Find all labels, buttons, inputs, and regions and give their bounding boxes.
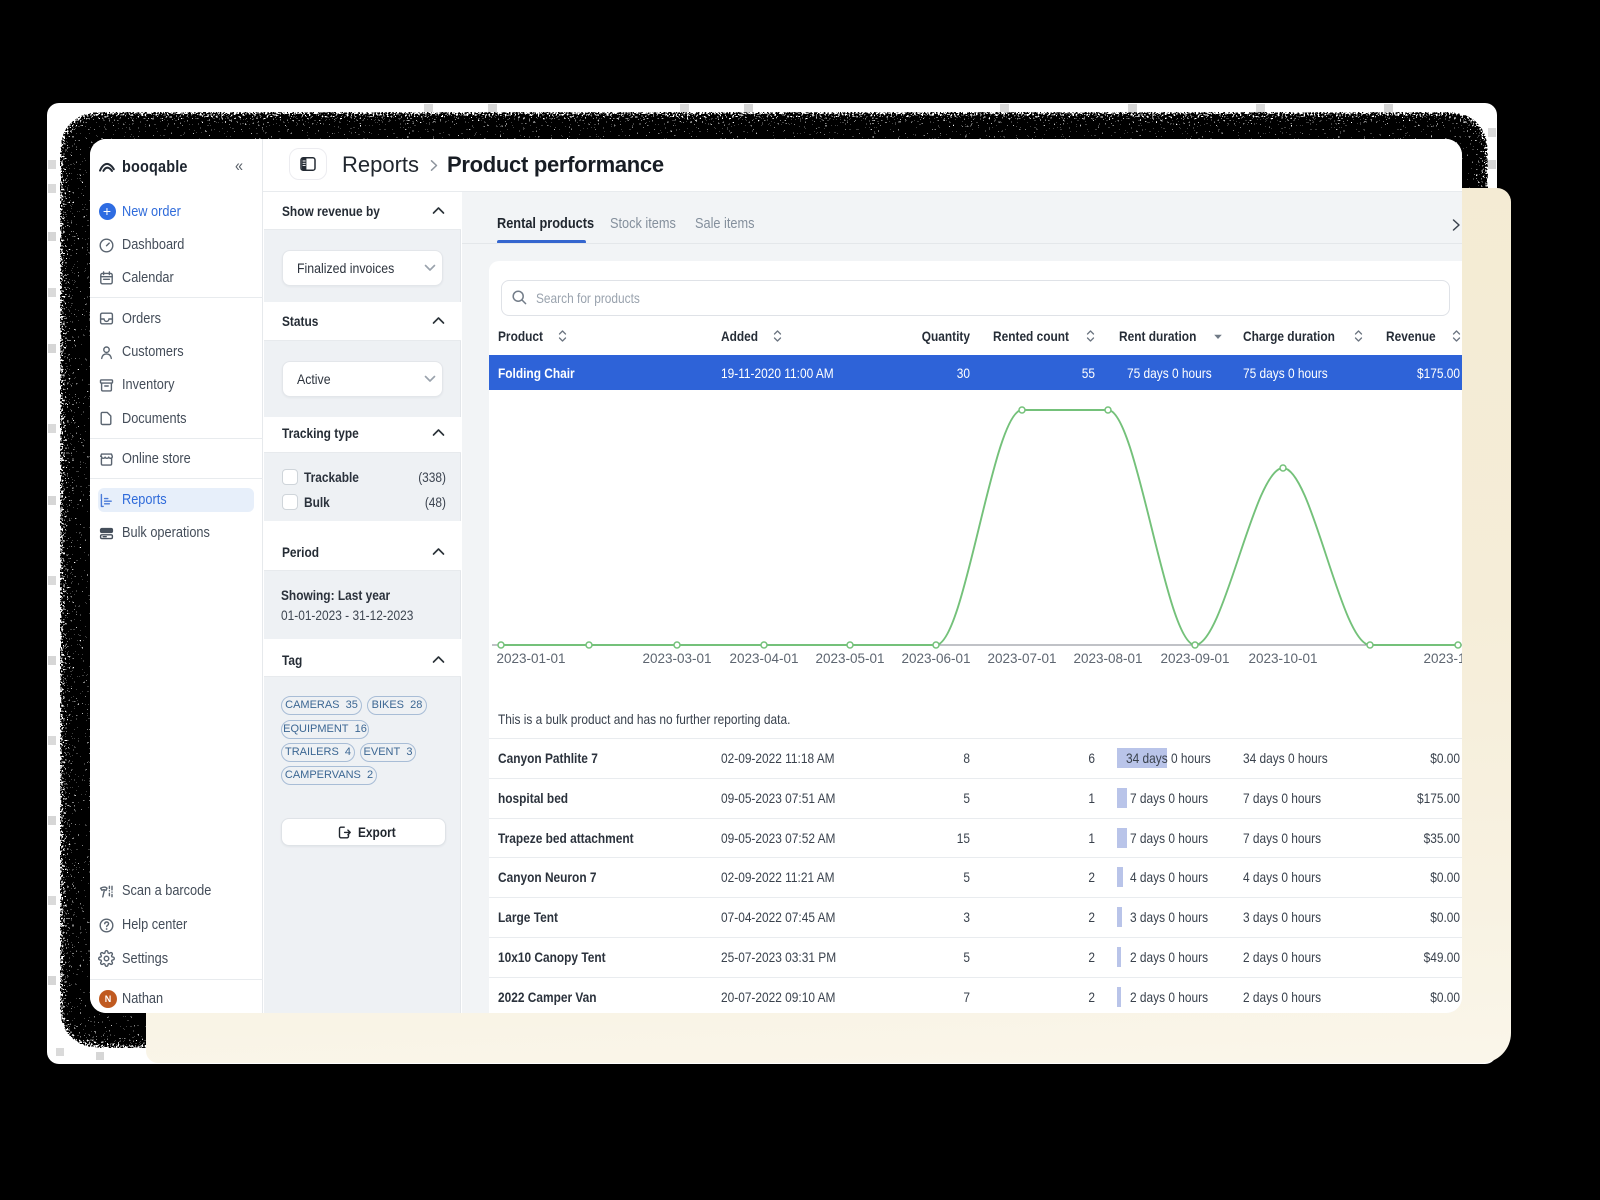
svg-text:2023-03-01: 2023-03-01	[642, 651, 711, 666]
svg-text:2023-04-01: 2023-04-01	[729, 651, 798, 666]
svg-text:2023-10-01: 2023-10-01	[1248, 651, 1317, 666]
svg-text:2023-01-01: 2023-01-01	[496, 651, 565, 666]
svg-text:2023-08-01: 2023-08-01	[1073, 651, 1142, 666]
svg-text:2023-09-01: 2023-09-01	[1160, 651, 1229, 666]
svg-text:2023-05-01: 2023-05-01	[815, 651, 884, 666]
svg-text:2023-06-01: 2023-06-01	[901, 651, 970, 666]
svg-text:2023-12-01: 2023-12-01	[1423, 651, 1462, 666]
svg-text:2023-07-01: 2023-07-01	[987, 651, 1056, 666]
